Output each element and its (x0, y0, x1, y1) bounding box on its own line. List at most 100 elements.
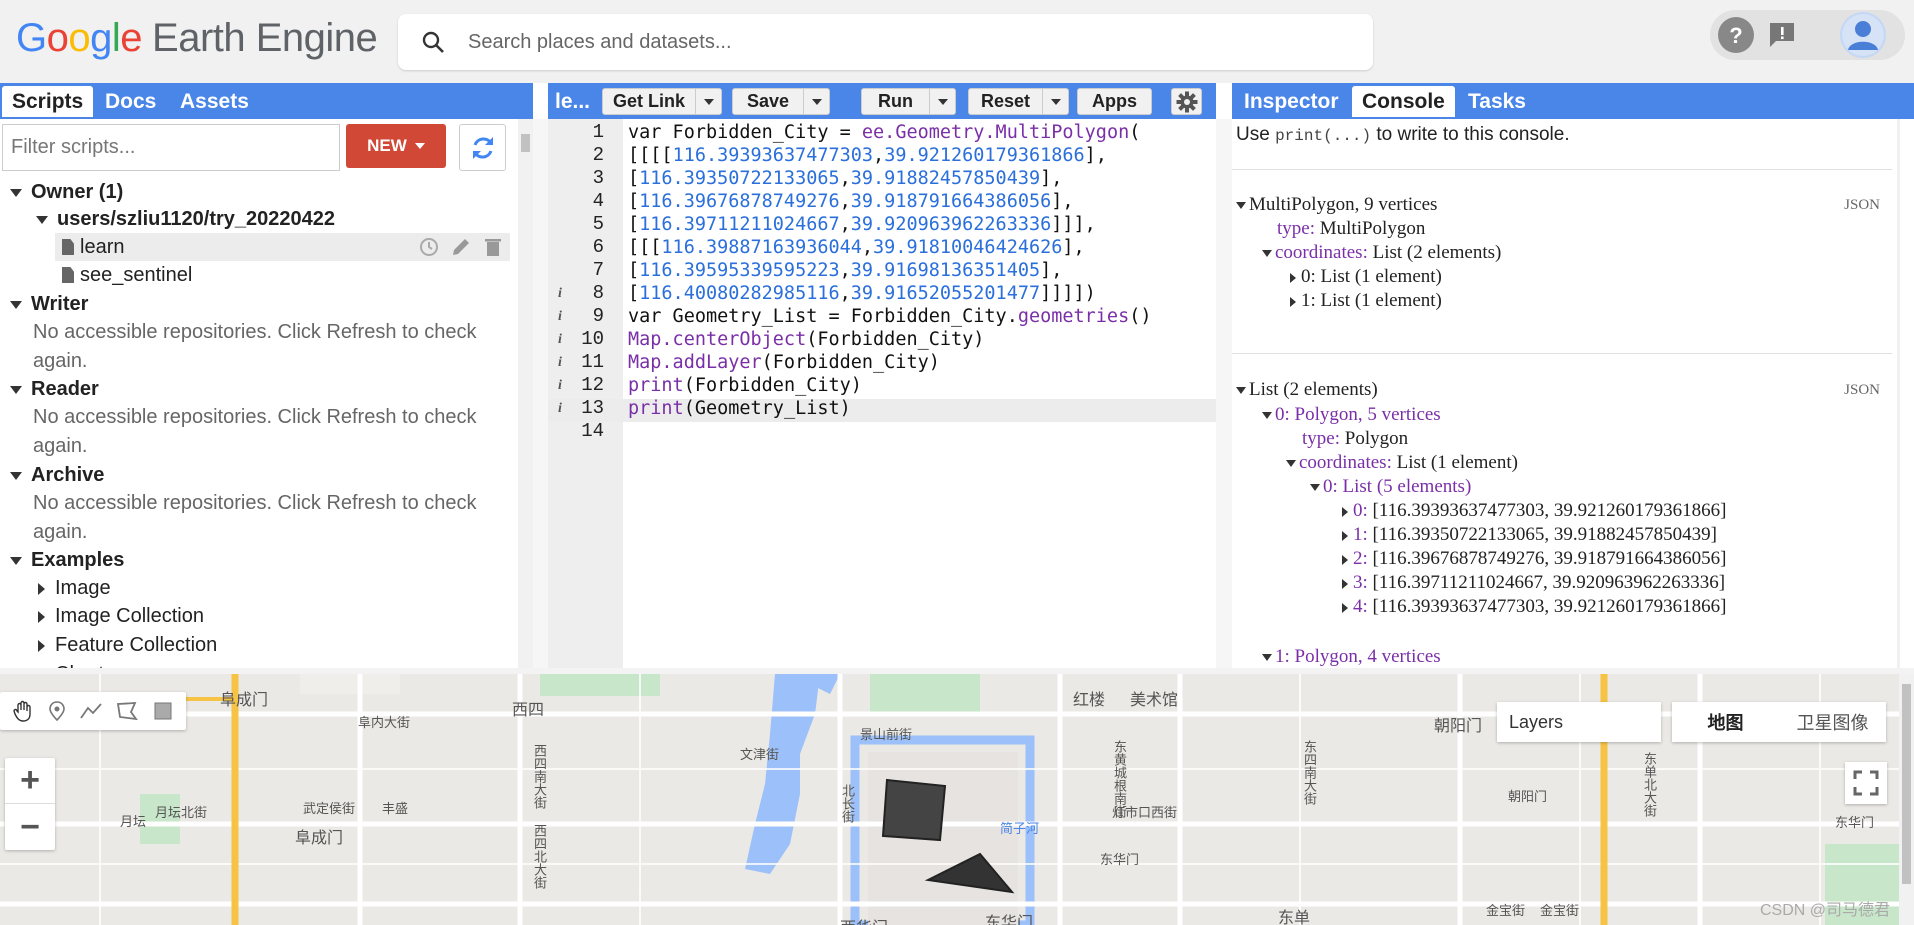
coordinate-row[interactable]: 4: [116.39393637477303, 39.9212601793618… (1342, 595, 1726, 619)
left-splitter[interactable] (533, 119, 548, 674)
apps-button[interactable]: Apps (1077, 88, 1152, 115)
section-writer[interactable]: Writer (10, 291, 88, 317)
writer-empty-message: No accessible repositories. Click Refres… (33, 321, 477, 372)
edit-icon[interactable] (450, 236, 472, 263)
reset-button[interactable]: Reset (968, 88, 1070, 115)
scrollbar-thumb[interactable] (1902, 684, 1911, 884)
line-tool-icon[interactable] (79, 700, 103, 722)
code-line[interactable]: [[[[116.39393637477303,39.92126017936186… (628, 144, 1107, 167)
code-line[interactable]: Map.centerObject(Forbidden_City) (628, 328, 984, 351)
tab-console[interactable]: Console (1352, 86, 1455, 117)
code-editor[interactable]: 1 var Forbidden_City = ee.Geometry.MultiP… (548, 119, 1216, 674)
map-view[interactable]: 阜成门西四红楼美术馆朝阳门朝外阜内大街景山前街文津街简子河阜成门武定侯街丰盛月坛… (0, 674, 1914, 925)
coordinate-row[interactable]: 0: [116.39393637477303, 39.9212601793618… (1342, 499, 1726, 523)
chevron-down-icon[interactable] (1042, 89, 1068, 114)
section-reader[interactable]: Reader (10, 376, 99, 402)
scrollbar-thumb[interactable] (521, 134, 530, 152)
account-avatar-icon[interactable] (1840, 12, 1886, 58)
map-type-satellite-button[interactable]: 卫星图像 (1779, 702, 1886, 742)
code-line[interactable]: [116.39711211024667,39.920963962263336]]… (628, 213, 1096, 236)
info-icon[interactable]: i (558, 378, 562, 394)
tab-inspector[interactable]: Inspector (1234, 86, 1349, 117)
chevron-right-icon (1342, 506, 1348, 517)
section-archive[interactable]: Archive (10, 462, 104, 488)
fullscreen-button[interactable] (1845, 762, 1887, 804)
code-line[interactable]: [116.39676878749276,39.918791664386056], (628, 190, 1074, 213)
map-label: 西四北大街 (532, 824, 547, 889)
file-see-sentinel[interactable]: see_sentinel (62, 262, 192, 288)
info-icon[interactable]: i (558, 286, 562, 302)
search-bar[interactable] (398, 14, 1373, 70)
info-icon[interactable]: i (558, 355, 562, 371)
code-line[interactable]: print(Geometry_List) (628, 397, 851, 420)
rectangle-tool-icon[interactable] (152, 700, 174, 722)
section-examples[interactable]: Examples (10, 547, 124, 573)
info-icon[interactable]: i (558, 309, 562, 325)
polygon-tool-icon[interactable] (115, 700, 139, 722)
json-link[interactable]: JSON (1844, 382, 1880, 399)
zoom-out-button[interactable]: − (5, 804, 55, 850)
info-icon[interactable]: i (558, 332, 562, 348)
chevron-down-icon[interactable] (803, 89, 829, 114)
coordinate-row[interactable]: 2: [116.39676878749276, 39.9187916643860… (1342, 547, 1726, 571)
coordinate-row[interactable]: 3: [116.39711211024667, 39.9209639622633… (1342, 571, 1725, 595)
new-button[interactable]: NEW (346, 124, 446, 168)
console-scrollbar[interactable] (1897, 119, 1900, 674)
settings-button[interactable] (1171, 88, 1202, 115)
info-icon[interactable]: i (558, 401, 562, 417)
code-line[interactable]: [[[116.39887163936044,39.91810046424626]… (628, 236, 1085, 259)
example-image-collection[interactable]: Image Collection (38, 603, 204, 629)
search-input[interactable] (468, 30, 1348, 54)
tab-docs[interactable]: Docs (95, 86, 166, 117)
code-line[interactable]: Map.addLayer(Forbidden_City) (628, 351, 940, 374)
object-coordinates-row[interactable]: coordinates: List (2 elements) (1262, 241, 1501, 265)
example-image[interactable]: Image (38, 575, 111, 601)
filter-scripts-input[interactable] (2, 124, 340, 171)
right-splitter[interactable] (1216, 119, 1232, 674)
json-link[interactable]: JSON (1844, 197, 1880, 214)
repo-item[interactable]: users/szliu1120/try_20220422 (36, 206, 335, 232)
code-line[interactable]: var Forbidden_City = ee.Geometry.MultiPo… (628, 121, 1140, 144)
chevron-down-icon[interactable] (929, 89, 955, 114)
ring-row[interactable]: 0: List (5 elements) (1310, 475, 1471, 499)
tab-scripts[interactable]: Scripts (2, 86, 94, 117)
polygon-row[interactable]: 0: Polygon, 5 vertices (1262, 403, 1441, 427)
save-button[interactable]: Save (732, 88, 831, 115)
tab-assets[interactable]: Assets (170, 86, 259, 117)
console-object-list[interactable]: List (2 elements) (1236, 378, 1378, 402)
hand-pan-icon[interactable] (12, 700, 34, 722)
delete-icon[interactable] (482, 236, 504, 263)
get-link-button[interactable]: Get Link (602, 88, 723, 115)
run-button[interactable]: Run (861, 88, 956, 115)
code-line[interactable]: [116.39350722133065,39.91882457850439], (628, 167, 1062, 190)
map-type-map-button[interactable]: 地图 (1672, 702, 1779, 742)
console-object-multipolygon[interactable]: MultiPolygon, 9 vertices (1236, 193, 1437, 217)
chevron-down-icon[interactable] (695, 89, 721, 114)
coordinate-row[interactable]: 1: [116.39350722133065, 39.9188245785043… (1342, 523, 1717, 547)
list-item-row[interactable]: 1: List (1 element) (1290, 289, 1442, 313)
example-label: Feature Collection (55, 634, 218, 656)
gear-icon (1176, 91, 1197, 112)
example-feature-collection[interactable]: Feature Collection (38, 632, 217, 658)
marker-icon[interactable] (47, 700, 67, 722)
tab-script-learn[interactable]: le... (550, 86, 595, 117)
scripts-scrollbar[interactable] (518, 119, 533, 674)
polygon-row[interactable]: 1: Polygon, 4 vertices (1262, 645, 1441, 669)
code-line[interactable]: [116.40080282985116,39.91652055201477]]]… (628, 282, 1096, 305)
code-line[interactable]: print(Forbidden_City) (628, 374, 862, 397)
section-owner[interactable]: Owner (1) (10, 179, 123, 205)
tab-tasks[interactable]: Tasks (1458, 86, 1536, 117)
zoom-in-button[interactable]: + (5, 758, 55, 804)
history-icon[interactable] (418, 236, 440, 263)
list-item-row[interactable]: 0: List (1 element) (1290, 265, 1442, 289)
map-scrollbar[interactable] (1899, 674, 1914, 925)
chevron-down-icon (1262, 412, 1272, 420)
code-line[interactable]: [116.39595339595223,39.91698136351405], (628, 259, 1062, 282)
polygon-coordinates-row[interactable]: coordinates: List (1 element) (1286, 451, 1518, 475)
refresh-button[interactable] (459, 124, 506, 171)
layers-button[interactable]: Layers (1497, 702, 1661, 742)
file-learn[interactable]: learn (62, 234, 124, 260)
code-line[interactable]: var Geometry_List = Forbidden_City.geome… (628, 305, 1152, 328)
feedback-icon[interactable] (1764, 17, 1800, 53)
help-icon[interactable]: ? (1718, 17, 1754, 53)
